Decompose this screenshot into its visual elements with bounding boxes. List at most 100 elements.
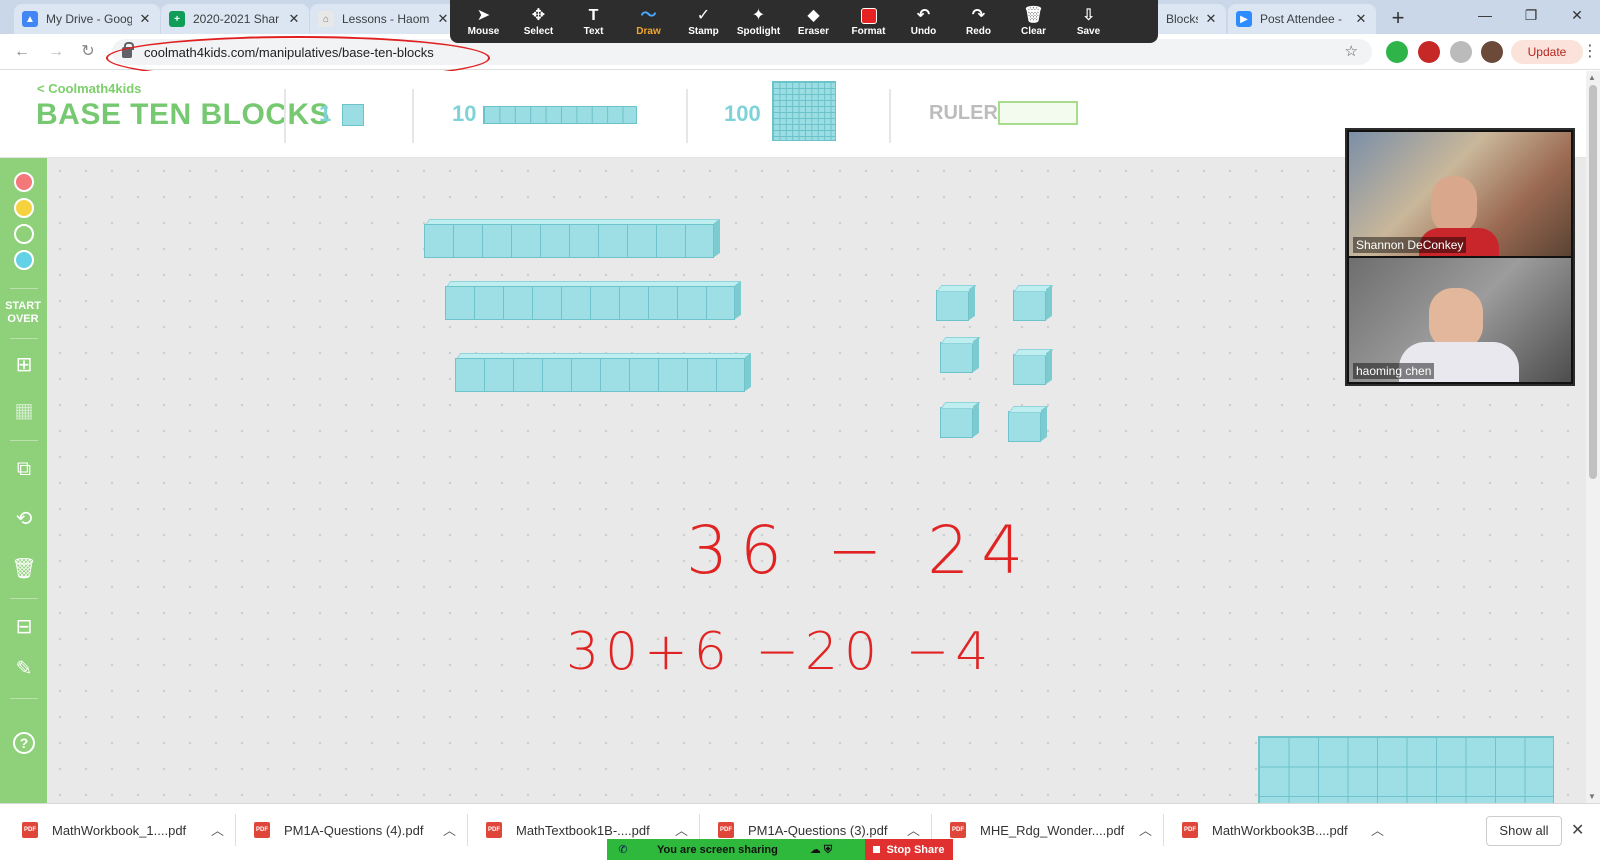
extension-icon[interactable] (1386, 41, 1408, 63)
divider (467, 814, 468, 846)
handwritten-equation-2: 30+6 −20 −4 (566, 622, 994, 682)
zoom-tool-label: Format (851, 26, 886, 37)
zoom-tool-format[interactable]: Format (841, 2, 896, 42)
draw-icon: ～ (640, 7, 657, 24)
share-status-text: You are screen sharing (657, 843, 778, 856)
participant-name: haoming chen (1353, 363, 1435, 379)
zoom-tool-spotlight[interactable]: ✦ Spotlight (731, 2, 786, 42)
close-icon[interactable]: ✕ (1204, 11, 1218, 27)
tab-sheets[interactable]: + 2020-2021 Shar ✕ (161, 4, 309, 34)
spotlight-icon: ✦ (751, 7, 766, 24)
reload-icon[interactable]: ↻ (76, 40, 100, 64)
chevron-up-icon[interactable]: ︿ (211, 820, 224, 839)
chevron-up-icon[interactable]: ︿ (1371, 820, 1384, 839)
pdf-icon: PDF (486, 822, 502, 838)
zoom-tool-label: Stamp (688, 26, 719, 37)
eraser-icon: ◆ (807, 7, 820, 24)
download-item[interactable]: PDF MathWorkbook_1....pdf ︿ (22, 818, 224, 842)
stop-share-button[interactable]: Stop Share (865, 839, 953, 860)
download-filename: MHE_Rdg_Wonder....pdf (980, 822, 1125, 838)
stamp-icon: ✓ (696, 7, 711, 24)
doc-icon: ⌂ (318, 11, 334, 27)
download-filename: MathWorkbook_1....pdf (52, 822, 187, 838)
scroll-up-icon[interactable]: ▲ (1588, 73, 1596, 82)
extension-icon[interactable] (1418, 41, 1440, 63)
mouse-icon: ➤ (476, 7, 491, 24)
download-item[interactable]: PDF PM1A-Questions (4).pdf ︿ (254, 818, 456, 842)
download-item[interactable]: PDF MHE_Rdg_Wonder....pdf ︿ (950, 818, 1152, 842)
close-icon[interactable]: ✕ (1571, 820, 1584, 840)
screen: ▲ My Drive - Goog ✕ + 2020-2021 Shar ✕ ⌂… (0, 0, 1600, 860)
new-tab-button[interactable]: + (1385, 6, 1411, 32)
stop-share-label: Stop Share (886, 843, 945, 856)
close-icon[interactable]: ✕ (436, 11, 450, 27)
close-icon[interactable]: ✕ (138, 11, 152, 27)
vertical-scrollbar[interactable]: ▲ ▼ (1586, 71, 1600, 803)
tab-title: My Drive - Goog (46, 12, 132, 26)
zoom-tool-label: Clear (1020, 26, 1046, 37)
profile-avatar[interactable] (1481, 41, 1503, 63)
tab-title: Lessons - Haom (342, 12, 430, 26)
chevron-up-icon[interactable]: ︿ (443, 820, 456, 839)
format-icon (860, 8, 877, 24)
text-icon: T (588, 7, 599, 24)
zoom-tool-mouse[interactable]: ➤ Mouse (456, 2, 511, 42)
close-window-button[interactable]: ✕ (1554, 0, 1600, 30)
zoom-tool-save[interactable]: ⇩ Save (1061, 2, 1116, 42)
close-icon[interactable]: ✕ (1354, 11, 1368, 27)
zoom-tool-label: Mouse (467, 26, 500, 37)
tab-my-drive[interactable]: ▲ My Drive - Goog ✕ (14, 4, 160, 34)
forward-icon[interactable]: → (44, 40, 68, 64)
tab-lessons[interactable]: ⌂ Lessons - Haom ✕ (310, 4, 458, 34)
close-icon[interactable]: ✕ (287, 11, 301, 27)
restore-button[interactable]: ❐ (1508, 0, 1554, 30)
back-icon[interactable]: ← (10, 40, 34, 64)
zoom-tool-undo[interactable]: ↶ Undo (896, 2, 951, 42)
participant-name: Shannon DeConkey (1353, 237, 1467, 253)
participant-avatar (1431, 176, 1477, 234)
select-icon: ✥ (531, 7, 546, 24)
show-all-button[interactable]: Show all (1486, 816, 1562, 846)
video-tile[interactable]: Shannon DeConkey (1349, 132, 1571, 256)
web-page: < Coolmath4kids BASE TEN BLOCKS 1 10 100… (0, 71, 1586, 803)
extensions-puzzle-icon[interactable] (1450, 41, 1472, 63)
google-drive-icon: ▲ (22, 11, 38, 27)
handwritten-equation-1: 36 − 24 (686, 512, 1035, 589)
scrollbar-thumb[interactable] (1589, 85, 1597, 479)
zoom-tool-select[interactable]: ✥ Select (511, 2, 566, 42)
minimize-button[interactable]: — (1462, 0, 1508, 30)
divider (1163, 814, 1164, 846)
bookmark-star-icon[interactable]: ☆ (1345, 42, 1358, 60)
divider (235, 814, 236, 846)
zoom-tool-eraser[interactable]: ◆ Eraser (786, 2, 841, 42)
zoom-tool-text[interactable]: T Text (566, 2, 621, 42)
download-item[interactable]: PDF MathWorkbook3B....pdf ︿ (1182, 818, 1384, 842)
zoom-tool-label: Text (583, 26, 604, 37)
save-icon: ⇩ (1081, 7, 1096, 24)
zoom-video-panel: Shannon DeConkey haoming chen (1345, 128, 1575, 386)
chevron-up-icon[interactable]: ︿ (907, 820, 920, 839)
zoom-tool-label: Draw (636, 26, 661, 37)
zoom-tool-stamp[interactable]: ✓ Stamp (676, 2, 731, 42)
zoom-tool-label: Eraser (797, 26, 830, 37)
tab-title: Blocks (1166, 12, 1198, 26)
video-tile[interactable]: haoming chen (1349, 258, 1571, 382)
chevron-up-icon[interactable]: ︿ (675, 820, 688, 839)
clear-icon: 🗑 (1023, 7, 1044, 24)
zoom-tool-draw[interactable]: ～ Draw (621, 2, 676, 42)
pdf-icon: PDF (718, 822, 734, 838)
zoom-tool-clear[interactable]: 🗑 Clear (1006, 2, 1061, 42)
pdf-icon: PDF (254, 822, 270, 838)
screen-share-bar: ✆ You are screen sharing ☁ ⛨ Stop Share (607, 839, 953, 860)
zoom-annotation-toolbar: ➤ Mouse ✥ Select T Text ～ Draw ✓ Stamp ✦ Spotlight ◆… (450, 0, 1158, 43)
download-filename: PM1A-Questions (4).pdf (284, 822, 424, 838)
zoom-tool-redo[interactable]: ↷ Redo (951, 2, 1006, 42)
download-filename: MathWorkbook3B....pdf (1212, 822, 1348, 838)
tab-title: 2020-2021 Shar (193, 12, 280, 26)
tab-post-attendee[interactable]: ▶ Post Attendee - ✕ (1228, 4, 1376, 34)
chevron-up-icon[interactable]: ︿ (1139, 820, 1152, 839)
zoom-tool-label: Spotlight (736, 26, 781, 37)
scroll-down-icon[interactable]: ▼ (1588, 792, 1596, 801)
menu-kebab-icon[interactable]: ⋮ (1582, 41, 1598, 61)
update-button[interactable]: Update (1511, 40, 1583, 64)
